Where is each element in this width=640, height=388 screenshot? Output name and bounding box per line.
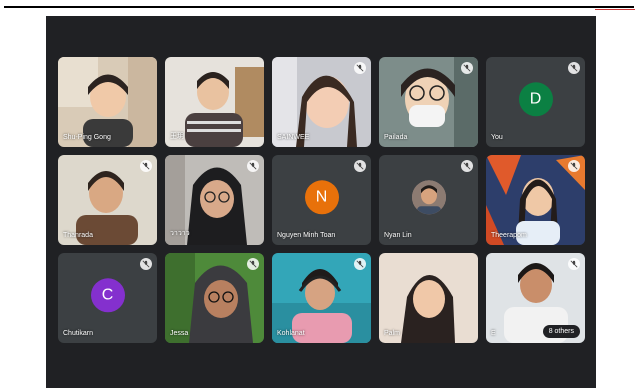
participant-tile-2[interactable]: 王玥 bbox=[165, 57, 264, 147]
participant-tile-12[interactable]: Jessa bbox=[165, 253, 264, 343]
participant-tile-10[interactable]: Theerapom bbox=[486, 155, 585, 245]
mic-off-icon bbox=[247, 258, 259, 270]
participant-tile-6[interactable]: Thanrada bbox=[58, 155, 157, 245]
participant-tile-11[interactable]: C Chutikarn bbox=[58, 253, 157, 343]
participant-tile-15[interactable]: E 8 others bbox=[486, 253, 585, 343]
participant-name-5: You bbox=[491, 134, 503, 141]
avatar: N bbox=[304, 180, 339, 215]
participant-name-2: 王玥 bbox=[170, 133, 184, 140]
avatar: C bbox=[90, 278, 125, 313]
participant-name-13: Kohlanat bbox=[277, 330, 305, 337]
mic-off-icon bbox=[461, 62, 473, 74]
participant-name-11: Chutikarn bbox=[63, 330, 93, 337]
participant-tile-5[interactable]: D You bbox=[486, 57, 585, 147]
participant-name-3: SAINWEE bbox=[277, 134, 310, 141]
others-count-badge[interactable]: 8 others bbox=[542, 325, 580, 338]
mic-off-icon bbox=[140, 160, 152, 172]
mic-off-icon bbox=[461, 160, 473, 172]
participant-name-8: Nguyen Minh Toan bbox=[277, 232, 336, 239]
participant-name-9: Nyan Lin bbox=[384, 232, 412, 239]
mic-off-icon bbox=[354, 258, 366, 270]
participant-tile-4[interactable]: Pailada bbox=[379, 57, 478, 147]
participant-name-12: Jessa bbox=[170, 330, 189, 337]
participant-name-14: Palm bbox=[384, 330, 400, 337]
participant-tile-7[interactable]: วาวาว bbox=[165, 155, 264, 245]
avatar: D bbox=[518, 82, 553, 117]
participant-tile-13[interactable]: Kohlanat bbox=[272, 253, 371, 343]
mic-off-icon bbox=[354, 62, 366, 74]
participant-tile-3[interactable]: SAINWEE bbox=[272, 57, 371, 147]
participant-name-6: Thanrada bbox=[63, 232, 93, 239]
mic-off-icon bbox=[568, 62, 580, 74]
mic-off-icon bbox=[354, 160, 366, 172]
participant-tile-1[interactable]: Shu-Ping Gong bbox=[58, 57, 157, 147]
mic-off-icon bbox=[140, 258, 152, 270]
participant-name-7: วาวาว bbox=[170, 230, 190, 237]
participant-name-1: Shu-Ping Gong bbox=[63, 134, 111, 141]
participant-name-4: Pailada bbox=[384, 134, 408, 141]
mic-off-icon bbox=[568, 160, 580, 172]
participant-tile-14[interactable]: Palm bbox=[379, 253, 478, 343]
participant-tile-8[interactable]: N Nguyen Minh Toan bbox=[272, 155, 371, 245]
avatar bbox=[411, 180, 446, 215]
participant-name-10: Theerapom bbox=[491, 232, 527, 239]
document-top-rule bbox=[4, 6, 634, 8]
meeting-grid-window: Shu-Ping Gong 王玥 SAINWEE Pailada D You T… bbox=[46, 16, 596, 388]
participant-name-15: E bbox=[491, 330, 496, 337]
document-top-rule-accent bbox=[595, 9, 635, 10]
mic-off-icon bbox=[247, 160, 259, 172]
mic-off-icon bbox=[568, 258, 580, 270]
participant-tile-9[interactable]: Nyan Lin bbox=[379, 155, 478, 245]
